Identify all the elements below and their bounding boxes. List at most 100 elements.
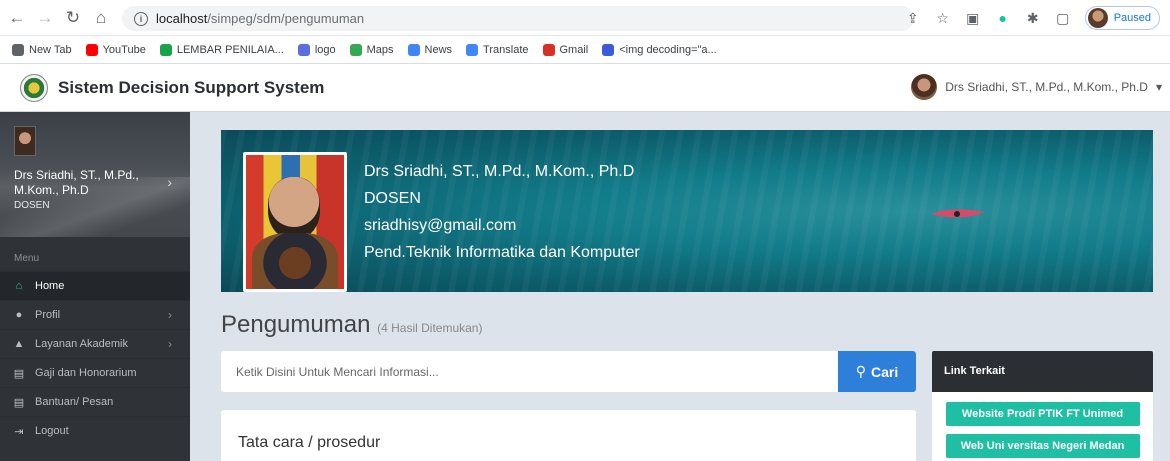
- message-icon: ▤: [13, 396, 25, 409]
- translate-icon: [466, 43, 479, 56]
- address-bar[interactable]: i localhost/simpeg/sdm/pengumuman: [122, 6, 914, 31]
- bookmark-item[interactable]: logo: [297, 43, 336, 56]
- logo-icon: [297, 43, 310, 56]
- sidebar-profile-role: DOSEN: [14, 200, 50, 211]
- plus-square-icon: [159, 43, 172, 56]
- bookmark-label: Maps: [366, 43, 394, 56]
- reload-icon[interactable]: ↻: [62, 7, 84, 29]
- sidebar-item-label: Logout: [35, 425, 69, 437]
- map-pin-icon: [349, 43, 362, 56]
- sidebar-item-label: Bantuan/ Pesan: [35, 396, 114, 408]
- user-icon: ●: [15, 309, 23, 321]
- bookmark-item[interactable]: YouTube: [85, 43, 146, 56]
- bookmark-label: News: [424, 43, 453, 56]
- bookmark-label: YouTube: [102, 43, 146, 56]
- link-unimed[interactable]: Web Uni versitas Negeri Medan: [945, 434, 1140, 458]
- search-button-label: Cari: [871, 363, 899, 380]
- puzzle-icon[interactable]: ✱: [1025, 10, 1041, 26]
- site-info-icon[interactable]: i: [134, 11, 148, 26]
- menu-label: Menu: [14, 253, 40, 264]
- bookmark-label: logo: [314, 43, 336, 56]
- logout-icon: ⇥: [14, 425, 24, 438]
- link-prodi-ptik[interactable]: Website Prodi PTIK FT Unimed: [945, 402, 1140, 426]
- youtube-icon: [85, 43, 98, 56]
- home-browser-icon[interactable]: ⌂: [90, 7, 112, 29]
- bookmark-star-icon[interactable]: ☆: [935, 10, 951, 26]
- bookmark-label: Gmail: [559, 43, 589, 56]
- bookmarks-bar: New Tab YouTube LEMBAR PENILAIA... logo Maps…: [0, 36, 1170, 64]
- share-icon[interactable]: ⇪: [905, 10, 921, 26]
- announcement-title: Tata cara / prosedur: [238, 434, 381, 451]
- search-bar: ⚲ Cari: [221, 351, 916, 392]
- chevron-right-icon: ›: [168, 308, 172, 322]
- banner-name: Drs Sriadhi, ST., M.Pd., M.Kom., Ph.D: [364, 163, 635, 180]
- related-links-header: Link Terkait: [932, 351, 1153, 392]
- back-icon[interactable]: ←: [6, 7, 28, 29]
- app-title: Sistem Decision Support System: [58, 77, 325, 97]
- profile-avatar: [1087, 8, 1108, 28]
- app-header: Sistem Decision Support System Drs Sriad…: [0, 64, 1170, 112]
- bookmark-item[interactable]: LEMBAR PENILAIA...: [159, 43, 284, 56]
- bookmark-item[interactable]: <img decoding="a...: [602, 43, 717, 56]
- news-icon: [407, 43, 420, 56]
- graduation-cap-icon: ▲: [13, 338, 25, 350]
- boat-decoration: [931, 209, 985, 218]
- chevron-right-icon: ›: [168, 337, 172, 351]
- sidebar-item-home[interactable]: ⌂ Home: [0, 271, 190, 300]
- url-path: /simpeg/sdm/pengumuman: [207, 11, 365, 26]
- bookmark-item[interactable]: Gmail: [542, 43, 589, 56]
- related-links-panel: Link Terkait Website Prodi PTIK FT Unime…: [932, 351, 1153, 461]
- banner-department: Pend.Teknik Informatika dan Komputer: [364, 244, 640, 261]
- user-menu[interactable]: Drs Sriadhi, ST., M.Pd., M.Kom., Ph.D ▾: [911, 74, 1162, 100]
- extension-icon[interactable]: ▣: [965, 10, 981, 26]
- sidebar-item-label: Profil: [35, 309, 61, 321]
- sidebar-avatar: [14, 126, 36, 156]
- url-host: localhost: [156, 11, 208, 26]
- document-icon: ▤: [13, 367, 25, 380]
- sidebar-item-gaji[interactable]: ▤ Gaji dan Honorarium: [0, 358, 190, 387]
- home-icon: ⌂: [15, 280, 23, 292]
- sidebar-profile-name: Drs Sriadhi, ST., M.Pd., M.Kom., Ph.D: [14, 168, 139, 197]
- bookmark-label: New Tab: [29, 43, 72, 56]
- caret-down-icon: ▾: [1155, 80, 1162, 94]
- profile-status-label: Paused: [1113, 12, 1151, 24]
- banner-email: sriadhisy@gmail.com: [364, 217, 517, 234]
- page-title: Pengumuman (4 Hasil Ditemukan): [221, 311, 482, 339]
- result-count: (4 Hasil Ditemukan): [377, 321, 483, 335]
- search-icon: ⚲: [855, 363, 867, 379]
- page-title-text: Pengumuman: [221, 311, 371, 338]
- bookmark-label: LEMBAR PENILAIA...: [176, 43, 284, 56]
- profile-banner: Drs Sriadhi, ST., M.Pd., M.Kom., Ph.D DO…: [221, 130, 1153, 292]
- sidebar-profile[interactable]: Drs Sriadhi, ST., M.Pd., M.Kom., Ph.D DO…: [0, 112, 190, 237]
- sidebar-item-profil[interactable]: ● Profil ›: [0, 300, 190, 329]
- profile-paused-button[interactable]: Paused: [1084, 6, 1160, 30]
- bookmark-label: <img decoding="a...: [619, 43, 717, 56]
- profile-photo: [243, 152, 347, 292]
- bookmark-item[interactable]: New Tab: [12, 43, 72, 56]
- banner-role: DOSEN: [364, 190, 421, 207]
- sidebar-item-label: Home: [35, 280, 65, 292]
- chevron-right-icon: ›: [167, 174, 172, 190]
- bookmark-label: Translate: [483, 43, 529, 56]
- bookmark-item[interactable]: Translate: [466, 43, 529, 56]
- search-button[interactable]: ⚲ Cari: [838, 351, 916, 392]
- grammarly-icon[interactable]: ●: [995, 10, 1011, 26]
- sidebar-item-logout[interactable]: ⇥ Logout: [0, 416, 190, 445]
- user-avatar: [911, 74, 938, 100]
- announcement-card[interactable]: Tata cara / prosedur: [221, 410, 916, 461]
- sidebar-item-layanan[interactable]: ▲ Layanan Akademik ›: [0, 329, 190, 358]
- bookmark-item[interactable]: Maps: [349, 43, 394, 56]
- search-input[interactable]: [221, 351, 838, 392]
- bookmark-item[interactable]: News: [407, 43, 453, 56]
- sidebar: Drs Sriadhi, ST., M.Pd., M.Kom., Ph.D DO…: [0, 112, 190, 461]
- gmail-icon: [542, 43, 555, 56]
- sidebar-item-label: Layanan Akademik: [35, 338, 128, 350]
- user-menu-name: Drs Sriadhi, ST., M.Pd., M.Kom., Ph.D: [945, 80, 1148, 94]
- globe-icon: [12, 43, 24, 56]
- firefox-icon: [602, 43, 615, 56]
- app-logo: [20, 73, 48, 102]
- sidebar-item-label: Gaji dan Honorarium: [35, 367, 137, 379]
- forward-icon[interactable]: →: [34, 7, 56, 29]
- sidebar-item-bantuan[interactable]: ▤ Bantuan/ Pesan: [0, 387, 190, 416]
- side-panel-icon[interactable]: ▢: [1055, 10, 1071, 26]
